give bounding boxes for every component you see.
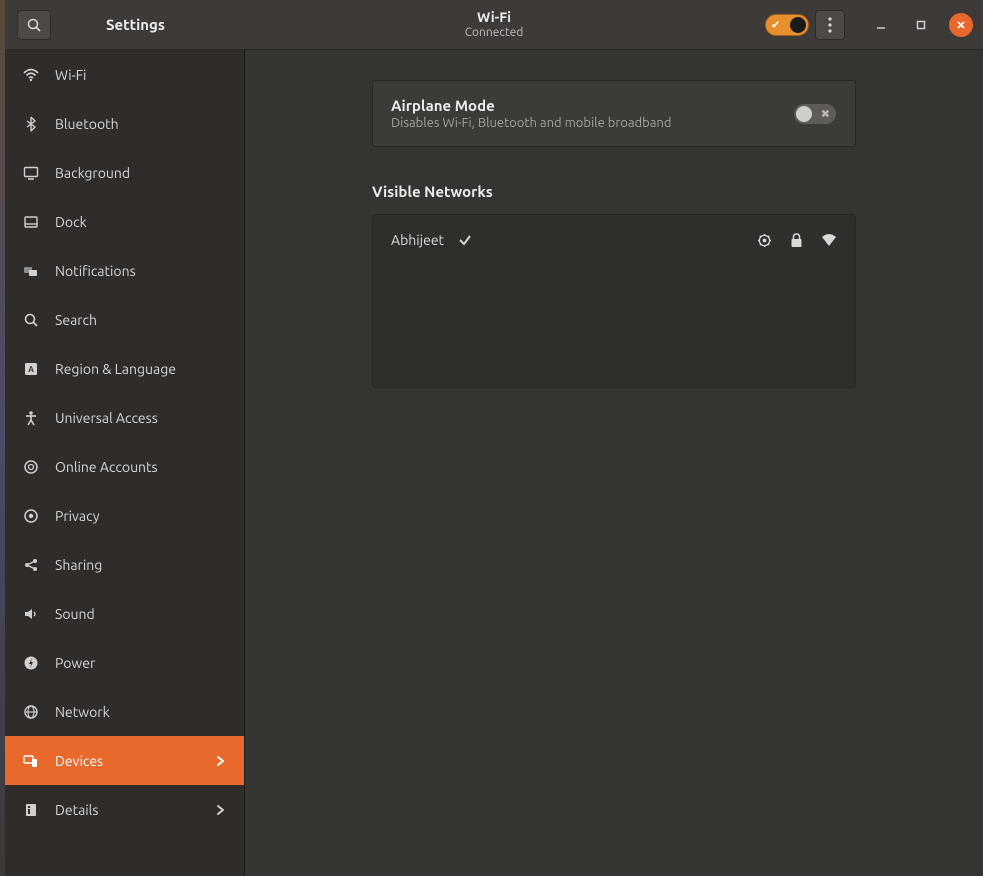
region-icon: A [23, 361, 39, 377]
sidebar-item-label: Background [55, 165, 130, 181]
close-button[interactable] [949, 13, 973, 37]
sidebar-item-label: Bluetooth [55, 116, 119, 132]
network-list: Abhijeet [372, 214, 856, 388]
sidebar-item-network[interactable]: Network [5, 687, 244, 736]
titlebar: Settings Wi-Fi Connected ✔ [5, 0, 983, 50]
arrow-right-icon [214, 754, 228, 768]
toggle-knob [796, 106, 812, 122]
settings-window: Settings Wi-Fi Connected ✔ [5, 0, 983, 876]
wifi-toggle[interactable]: ✔ [765, 14, 809, 36]
gear-icon [757, 233, 772, 248]
search-button[interactable] [17, 10, 51, 40]
arrow-right-icon [214, 803, 228, 817]
accessibility-icon [23, 410, 39, 426]
main-content: Airplane Mode Disables Wi-Fi, Bluetooth … [245, 50, 983, 876]
maximize-button[interactable] [909, 13, 933, 37]
sound-icon [23, 606, 39, 622]
lock-icon [790, 233, 803, 248]
privacy-icon [23, 508, 39, 524]
svg-text:A: A [28, 365, 34, 374]
share-icon [23, 557, 39, 573]
sidebar-item-label: Power [55, 655, 95, 671]
page-title: Wi-Fi [465, 9, 524, 26]
power-icon [23, 655, 39, 671]
sidebar-item-label: Universal Access [55, 410, 158, 426]
sidebar-item-label: Region & Language [55, 361, 176, 377]
search-icon [27, 18, 41, 32]
check-icon: ✔ [771, 18, 780, 31]
sidebar-item-online[interactable]: Online Accounts [5, 442, 244, 491]
sidebar-item-sound[interactable]: Sound [5, 589, 244, 638]
sidebar-item-wifi[interactable]: Wi-Fi [5, 50, 244, 99]
sidebar-item-power[interactable]: Power [5, 638, 244, 687]
devices-icon [23, 753, 39, 769]
sidebar: Wi-Fi Bluetooth Background Dock Notification… [5, 50, 245, 876]
info-icon [23, 802, 39, 818]
sidebar-item-label: Sound [55, 606, 95, 622]
sidebar-item-label: Notifications [55, 263, 136, 279]
sidebar-item-background[interactable]: Background [5, 148, 244, 197]
sidebar-item-label: Devices [55, 753, 103, 769]
globe-icon [23, 704, 39, 720]
minimize-button[interactable] [869, 13, 893, 37]
airplane-toggle[interactable]: ✖ [793, 103, 837, 125]
wifi-icon [23, 67, 39, 83]
cloud-icon [23, 459, 39, 475]
sidebar-item-label: Search [55, 312, 97, 328]
network-name: Abhijeet [391, 232, 444, 248]
airplane-mode-card: Airplane Mode Disables Wi-Fi, Bluetooth … [372, 80, 856, 147]
bell-icon [23, 263, 39, 279]
close-icon [956, 20, 966, 30]
sidebar-item-region[interactable]: A Region & Language [5, 344, 244, 393]
sidebar-item-devices[interactable]: Devices [5, 736, 244, 785]
kebab-menu-button[interactable] [815, 10, 845, 40]
search-icon [23, 312, 39, 328]
sidebar-item-label: Privacy [55, 508, 99, 524]
network-settings-button[interactable] [757, 233, 772, 248]
airplane-title: Airplane Mode [391, 97, 671, 114]
app-title: Settings [106, 16, 165, 33]
visible-networks-header: Visible Networks [372, 183, 856, 200]
sidebar-item-ua[interactable]: Universal Access [5, 393, 244, 442]
maximize-icon [916, 20, 926, 30]
header-center: Wi-Fi Connected [465, 9, 524, 40]
x-icon: ✖ [821, 107, 830, 120]
sidebar-item-label: Online Accounts [55, 459, 158, 475]
connected-check-icon [458, 233, 472, 247]
monitor-icon [23, 165, 39, 181]
sidebar-item-label: Details [55, 802, 98, 818]
minimize-icon [876, 20, 886, 30]
airplane-description: Disables Wi-Fi, Bluetooth and mobile bro… [391, 116, 671, 130]
sidebar-item-label: Dock [55, 214, 87, 230]
network-item[interactable]: Abhijeet [373, 215, 855, 265]
sidebar-item-dock[interactable]: Dock [5, 197, 244, 246]
sidebar-item-privacy[interactable]: Privacy [5, 491, 244, 540]
dock-icon [23, 214, 39, 230]
sidebar-item-notifications[interactable]: Notifications [5, 246, 244, 295]
dots-vertical-icon [828, 17, 832, 33]
wifi-signal-icon [821, 233, 837, 247]
sidebar-item-bluetooth[interactable]: Bluetooth [5, 99, 244, 148]
sidebar-item-label: Network [55, 704, 110, 720]
sidebar-item-label: Wi-Fi [55, 67, 86, 83]
sidebar-item-search[interactable]: Search [5, 295, 244, 344]
sidebar-item-label: Sharing [55, 557, 102, 573]
connection-status: Connected [465, 26, 524, 40]
bluetooth-icon [23, 116, 39, 132]
sidebar-item-details[interactable]: Details [5, 785, 244, 834]
toggle-knob [790, 17, 806, 33]
sidebar-item-sharing[interactable]: Sharing [5, 540, 244, 589]
